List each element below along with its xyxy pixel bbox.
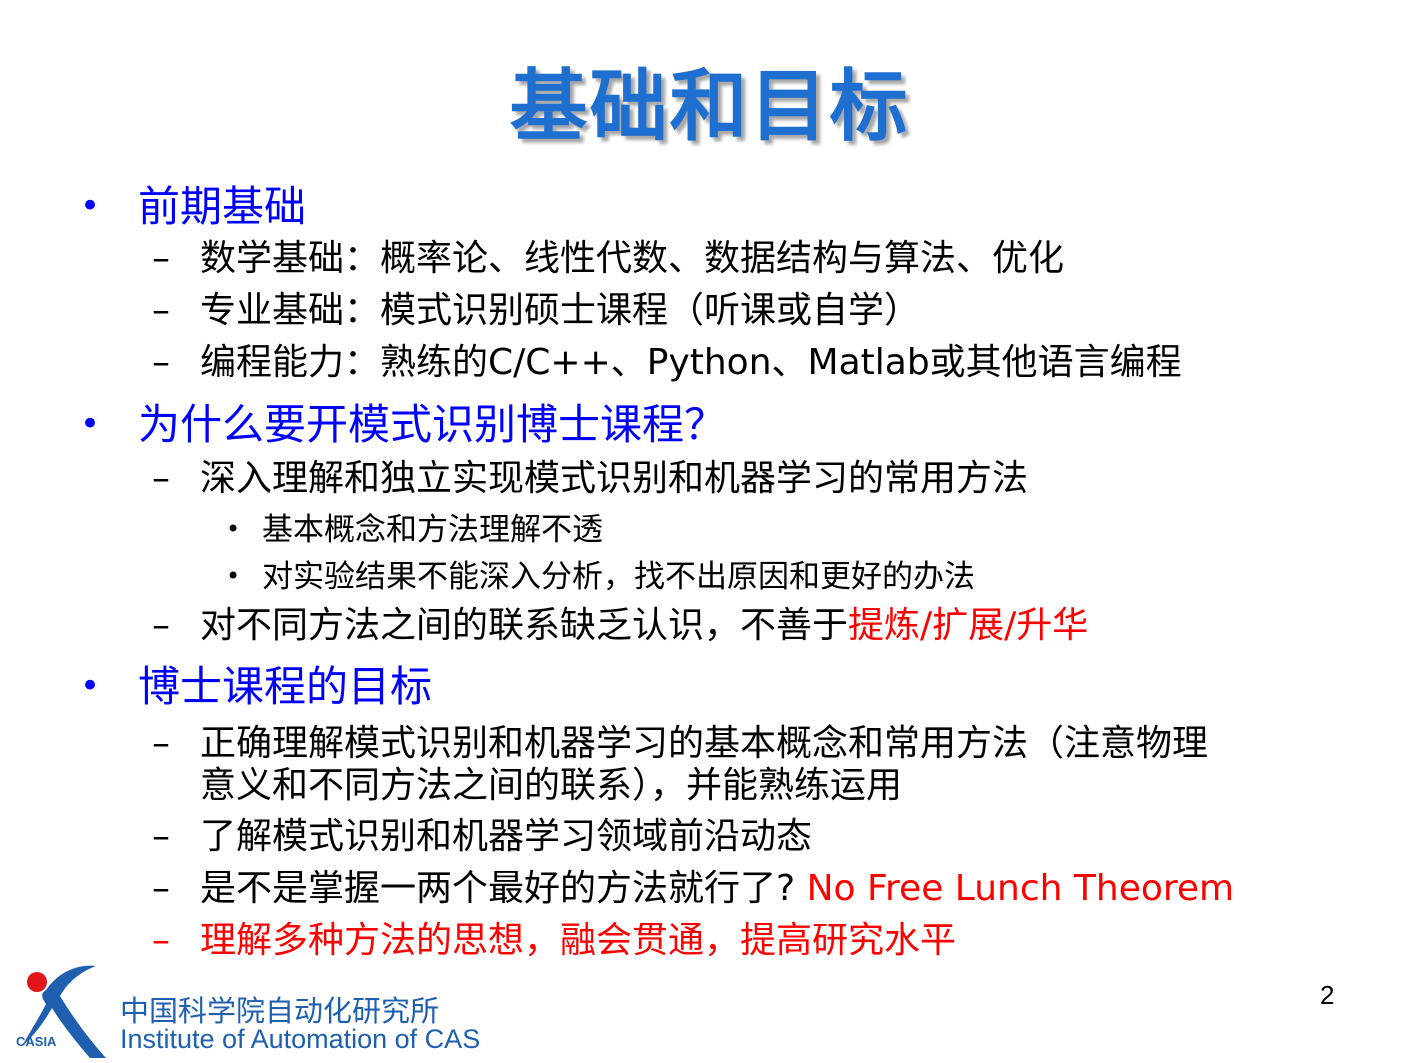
section-heading-goals: • 博士课程的目标 (80, 660, 432, 713)
item-text: 理解多种方法的思想，融会贯通，提高研究水平 (200, 920, 957, 961)
list-item-integrate: – 理解多种方法的思想，融会贯通，提高研究水平 (152, 920, 956, 962)
bullet: • (80, 404, 101, 444)
org-name-english: Institute of Automation of CAS (120, 1024, 481, 1054)
dash: – (152, 238, 170, 279)
list-item-connections: – 对不同方法之间的联系缺乏认识，不善于提炼/扩展/升华 (152, 605, 1088, 647)
item-text: 是不是掌握一两个最好的方法就行了? (200, 868, 807, 909)
slide-title: 基础和目标 (509, 62, 910, 152)
section-heading-foundation: • 前期基础 (80, 180, 306, 233)
sub-item-text: 基本概念和方法理解不透 (262, 512, 603, 548)
dash: – (152, 458, 170, 499)
dash: – (152, 920, 170, 961)
sub-item-concepts: • 基本概念和方法理解不透 (226, 510, 603, 549)
dash: – (152, 868, 170, 909)
list-item-frontier: – 了解模式识别和机器学习领域前沿动态 (152, 816, 812, 858)
dash: – (152, 723, 170, 764)
bullet: • (226, 515, 241, 543)
highlight-text: No Free Lunch Theorem (806, 868, 1235, 909)
logo-text: CASIA (16, 1034, 57, 1049)
list-item-nfl: – 是不是掌握一两个最好的方法就行了? No Free Lunch Theorem (152, 868, 1234, 910)
list-item-programming: – 编程能力：熟练的C/C++、Python、Matlab或其他语言编程 (152, 342, 1182, 384)
item-text: 编程能力：熟练的C/C++、Python、Matlab或其他语言编程 (200, 342, 1182, 383)
heading-text: 为什么要开模式识别博士课程？ (138, 400, 727, 449)
bullet: • (80, 666, 101, 706)
dash: – (152, 290, 170, 331)
item-text-continued: 意义和不同方法之间的联系），并能熟练运用 (200, 765, 903, 806)
sub-item-text: 对实验结果不能深入分析，找不出原因和更好的办法 (262, 559, 975, 595)
dash: – (152, 816, 170, 857)
list-item-understand: – 深入理解和独立实现模式识别和机器学习的常用方法 (152, 458, 1028, 500)
dash: – (152, 605, 170, 646)
sub-item-analysis: • 对实验结果不能深入分析，找不出原因和更好的办法 (226, 557, 975, 596)
highlight-text: 提炼/扩展/升华 (848, 605, 1089, 646)
list-item-major: – 专业基础：模式识别硕士课程（听课或自学） (152, 290, 920, 332)
bullet: • (80, 186, 101, 226)
heading-text: 博士课程的目标 (138, 662, 433, 711)
item-text: 深入理解和独立实现模式识别和机器学习的常用方法 (200, 458, 1029, 499)
casia-logo: CASIA (16, 965, 106, 1058)
item-text: 正确理解模式识别和机器学习的基本概念和常用方法（注意物理 (200, 723, 1209, 764)
item-text: 专业基础：模式识别硕士课程（听课或自学） (200, 290, 921, 331)
page-number: 2 (1320, 980, 1335, 1010)
item-text: 了解模式识别和机器学习领域前沿动态 (200, 816, 813, 857)
item-text: 数学基础：概率论、线性代数、数据结构与算法、优化 (200, 238, 1065, 279)
logo-red-dot (27, 972, 47, 992)
dash: – (152, 342, 170, 383)
heading-text: 前期基础 (138, 182, 307, 231)
list-item-goal-understand: – 正确理解模式识别和机器学习的基本概念和常用方法（注意物理 意义和不同方法之间的… (152, 723, 1208, 807)
section-heading-why: • 为什么要开模式识别博士课程？ (80, 398, 726, 451)
bullet: • (226, 562, 241, 590)
list-item-math: – 数学基础：概率论、线性代数、数据结构与算法、优化 (152, 238, 1064, 280)
item-text: 对不同方法之间的联系缺乏认识，不善于 (200, 605, 849, 646)
